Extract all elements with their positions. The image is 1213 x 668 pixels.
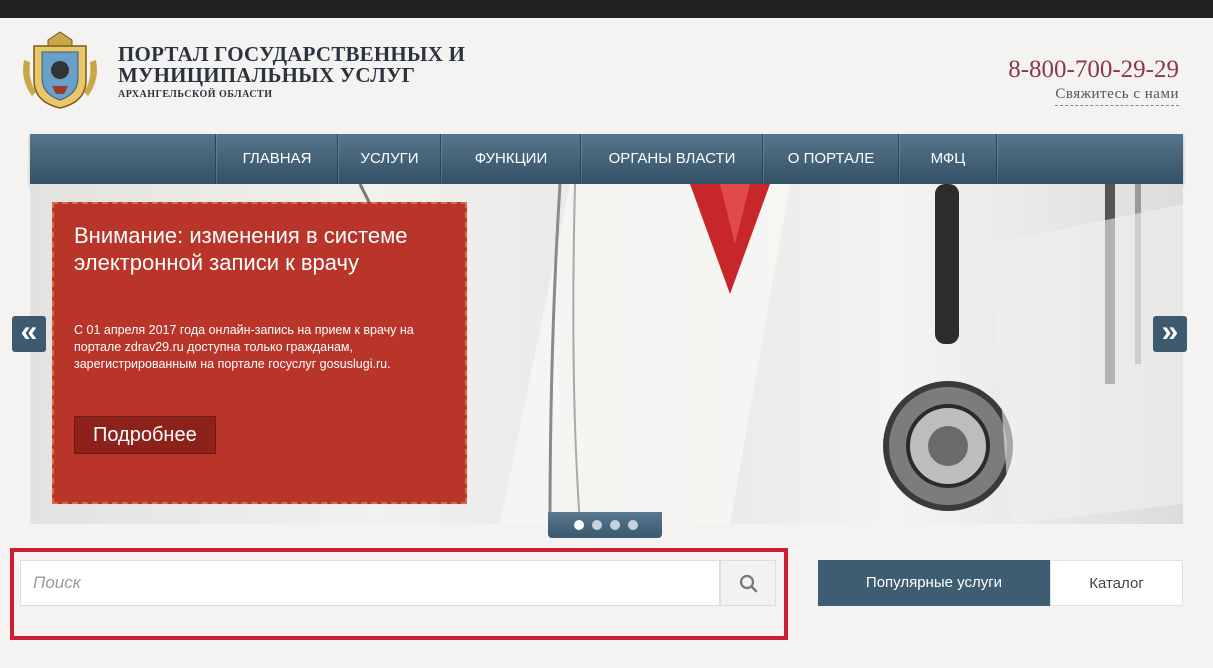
slider-dot-3[interactable]: [610, 520, 620, 530]
tab-catalog[interactable]: Каталог: [1050, 560, 1183, 606]
slider-dot-2[interactable]: [592, 520, 602, 530]
main-nav: ГЛАВНАЯ УСЛУГИ ФУНКЦИИ ОРГАНЫ ВЛАСТИ О П…: [30, 134, 1183, 184]
news-banner: Внимание: изменения в системе электронно…: [52, 202, 467, 504]
portal-brand[interactable]: ПОРТАЛ ГОСУДАРСТВЕННЫХ И МУНИЦИПАЛЬНЫХ У…: [118, 42, 466, 101]
nav-divider: [996, 134, 998, 184]
coat-of-arms-logo[interactable]: [18, 30, 102, 110]
banner-text: С 01 апреля 2017 года онлайн-запись на п…: [74, 323, 414, 371]
brand-region: АРХАНГЕЛЬСКОЙ ОБЛАСТИ: [118, 89, 273, 100]
slider-dot-1[interactable]: [574, 520, 584, 530]
more-button[interactable]: Подробнее: [74, 416, 216, 454]
contact-us-link[interactable]: Свяжитесь с нами: [1055, 86, 1179, 106]
hotline-phone[interactable]: 8-800-700-29-29: [1008, 56, 1179, 84]
nav-item-authorities[interactable]: ОРГАНЫ ВЛАСТИ: [580, 134, 763, 184]
slider-next-button[interactable]: »: [1153, 316, 1187, 352]
banner-title: Внимание: изменения в системе электронно…: [74, 223, 408, 275]
slider-prev-button[interactable]: «: [12, 316, 46, 352]
slider-pagination: [548, 512, 662, 538]
nav-item-home[interactable]: ГЛАВНАЯ: [215, 134, 338, 184]
nav-item-services[interactable]: УСЛУГИ: [337, 134, 441, 184]
slider-dot-4[interactable]: [628, 520, 638, 530]
nav-item-mfc[interactable]: МФЦ: [898, 134, 997, 184]
search-button[interactable]: [720, 560, 776, 606]
nav-item-functions[interactable]: ФУНКЦИИ: [440, 134, 581, 184]
nav-item-about[interactable]: О ПОРТАЛЕ: [762, 134, 899, 184]
brand-title-line2: МУНИЦИПАЛЬНЫХ УСЛУГ: [118, 63, 416, 87]
top-bar: [0, 0, 1213, 18]
tab-popular-services[interactable]: Популярные услуги: [818, 560, 1050, 606]
hero-slider: Внимание: изменения в системе электронно…: [30, 184, 1183, 524]
search-input[interactable]: [20, 560, 720, 606]
search-icon: [739, 574, 758, 593]
brand-title-line1: ПОРТАЛ ГОСУДАРСТВЕННЫХ И: [118, 42, 466, 66]
